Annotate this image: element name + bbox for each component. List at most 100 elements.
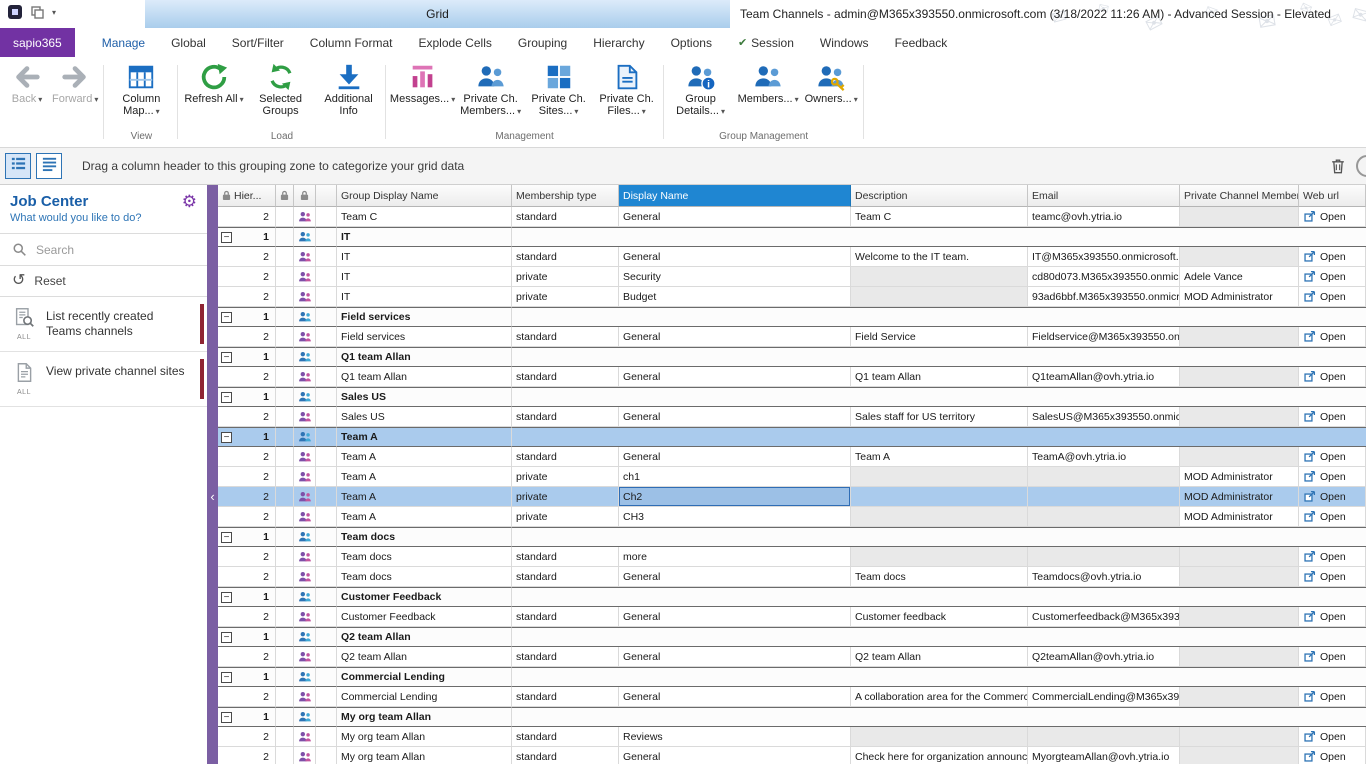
channel-row[interactable]: 2Team Aprivatech1MOD AdministratorOpen bbox=[218, 467, 1366, 487]
group-row[interactable]: −1My org team Allan bbox=[218, 707, 1366, 727]
column-header-icon[interactable] bbox=[294, 185, 316, 207]
channel-row[interactable]: 2Team docsstandardmoreOpen bbox=[218, 547, 1366, 567]
collapse-button[interactable]: − bbox=[221, 672, 232, 683]
group-row[interactable]: −1Team docs bbox=[218, 527, 1366, 547]
channel-row[interactable]: 2My org team AllanstandardGeneralCheck h… bbox=[218, 747, 1366, 764]
owners-button[interactable]: Owners...▾ bbox=[802, 60, 861, 108]
tab-options[interactable]: Options bbox=[658, 28, 725, 57]
web-url-cell[interactable]: Open bbox=[1299, 547, 1366, 567]
list-view-toggle[interactable] bbox=[36, 153, 62, 179]
channel-row[interactable]: 2Customer FeedbackstandardGeneralCustome… bbox=[218, 607, 1366, 627]
web-url-cell[interactable]: Open bbox=[1299, 207, 1366, 227]
collapse-button[interactable]: − bbox=[221, 352, 232, 363]
channel-row[interactable]: 2My org team AllanstandardReviewsOpen bbox=[218, 727, 1366, 747]
tab-manage[interactable]: Manage bbox=[89, 28, 158, 57]
tab-sort-filter[interactable]: Sort/Filter bbox=[219, 28, 297, 57]
web-url-cell[interactable]: Open bbox=[1299, 447, 1366, 467]
additional-info-button[interactable]: Additional Info bbox=[315, 60, 383, 119]
column-map-button[interactable]: Column Map...▾ bbox=[107, 60, 175, 120]
tab-feedback[interactable]: Feedback bbox=[882, 28, 961, 57]
channel-row[interactable]: 2Q1 team AllanstandardGeneralQ1 team All… bbox=[218, 367, 1366, 387]
group-details-button[interactable]: iGroup Details...▾ bbox=[667, 60, 735, 120]
forward-button[interactable]: Forward▾ bbox=[49, 60, 101, 108]
collapse-button[interactable]: − bbox=[221, 312, 232, 323]
web-url-cell[interactable]: Open bbox=[1299, 247, 1366, 267]
web-url-cell[interactable]: Open bbox=[1299, 507, 1366, 527]
collapse-button[interactable]: − bbox=[221, 232, 232, 243]
channel-row[interactable]: 2Team AprivateCh2MOD AdministratorOpen bbox=[218, 487, 1366, 507]
collapse-button[interactable]: − bbox=[221, 712, 232, 723]
tab-column-format[interactable]: Column Format bbox=[297, 28, 406, 57]
private-ch-members-button[interactable]: Private Ch. Members...▾ bbox=[457, 60, 525, 120]
channel-row[interactable]: 2Sales USstandardGeneralSales staff for … bbox=[218, 407, 1366, 427]
web-url-cell[interactable]: Open bbox=[1299, 647, 1366, 667]
channel-row[interactable]: 2ITprivateSecuritycd80d073.M365x393550.o… bbox=[218, 267, 1366, 287]
collapse-button[interactable]: − bbox=[221, 532, 232, 543]
group-row[interactable]: −1Field services bbox=[218, 307, 1366, 327]
clipped-circle-icon[interactable] bbox=[1356, 155, 1366, 177]
column-header-desc[interactable]: Description bbox=[851, 185, 1028, 207]
group-row[interactable]: −1Customer Feedback bbox=[218, 587, 1366, 607]
collapse-button[interactable]: − bbox=[221, 592, 232, 603]
collapse-button[interactable]: − bbox=[221, 432, 232, 443]
job-item-list-recently-created-teams-channels[interactable]: ALLList recently created Teams channels bbox=[0, 297, 207, 352]
channel-row[interactable]: 2Team AstandardGeneralTeam ATeamA@ovh.yt… bbox=[218, 447, 1366, 467]
column-header-name[interactable]: Group Display Name bbox=[337, 185, 512, 207]
column-header-weburl[interactable]: Web url bbox=[1299, 185, 1366, 207]
tab-session[interactable]: ✔Session bbox=[725, 28, 807, 57]
tab-grouping[interactable]: Grouping bbox=[505, 28, 580, 57]
column-header-a[interactable] bbox=[276, 185, 294, 207]
job-item-view-private-channel-sites[interactable]: ALLView private channel sites bbox=[0, 352, 207, 407]
web-url-cell[interactable]: Open bbox=[1299, 467, 1366, 487]
tab-explode-cells[interactable]: Explode Cells bbox=[405, 28, 504, 57]
back-button[interactable]: Back▾ bbox=[5, 60, 49, 108]
column-header-email[interactable]: Email bbox=[1028, 185, 1180, 207]
channel-row[interactable]: 2Team docsstandardGeneralTeam docsTeamdo… bbox=[218, 567, 1366, 587]
column-header-pcm[interactable]: Private Channel Member bbox=[1180, 185, 1299, 207]
web-url-cell[interactable]: Open bbox=[1299, 727, 1366, 747]
web-url-cell[interactable]: Open bbox=[1299, 287, 1366, 307]
collapse-button[interactable]: − bbox=[221, 392, 232, 403]
web-url-cell[interactable]: Open bbox=[1299, 567, 1366, 587]
qat-dropdown-icon[interactable]: ▾ bbox=[52, 8, 56, 17]
channel-row[interactable]: 2Team CstandardGeneralTeam Cteamc@ovh.yt… bbox=[218, 207, 1366, 227]
web-url-cell[interactable]: Open bbox=[1299, 367, 1366, 387]
panel-splitter[interactable]: ‹ bbox=[207, 185, 218, 764]
web-url-cell[interactable]: Open bbox=[1299, 327, 1366, 347]
column-header-b[interactable] bbox=[316, 185, 337, 207]
channel-row[interactable]: 2ITprivateBudget93ad6bbf.M365x393550.onm… bbox=[218, 287, 1366, 307]
search-input[interactable]: Search bbox=[0, 234, 207, 266]
group-row[interactable]: −1Q2 team Allan bbox=[218, 627, 1366, 647]
tab-hierarchy[interactable]: Hierarchy bbox=[580, 28, 657, 57]
web-url-cell[interactable]: Open bbox=[1299, 267, 1366, 287]
group-row[interactable]: −1Q1 team Allan bbox=[218, 347, 1366, 367]
selected-groups-button[interactable]: Selected Groups bbox=[247, 60, 315, 119]
channel-row[interactable]: 2Team AprivateCH3MOD AdministratorOpen bbox=[218, 507, 1366, 527]
trash-icon[interactable] bbox=[1328, 156, 1348, 176]
group-row[interactable]: −1Team A bbox=[218, 427, 1366, 447]
group-row[interactable]: −1IT bbox=[218, 227, 1366, 247]
private-ch-files-button[interactable]: Private Ch. Files...▾ bbox=[593, 60, 661, 120]
web-url-cell[interactable]: Open bbox=[1299, 607, 1366, 627]
tab-global[interactable]: Global bbox=[158, 28, 219, 57]
column-header-display[interactable]: Display Name bbox=[619, 185, 851, 207]
channel-row[interactable]: 2Q2 team AllanstandardGeneralQ2 team All… bbox=[218, 647, 1366, 667]
reset-button[interactable]: ↺ Reset bbox=[0, 266, 207, 297]
tab-sapio365[interactable]: sapio365 bbox=[0, 28, 75, 57]
channel-row[interactable]: 2ITstandardGeneralWelcome to the IT team… bbox=[218, 247, 1366, 267]
column-header-membership[interactable]: Membership type bbox=[512, 185, 619, 207]
channel-row[interactable]: 2Field servicesstandardGeneralField Serv… bbox=[218, 327, 1366, 347]
web-url-cell[interactable]: Open bbox=[1299, 407, 1366, 427]
collapse-button[interactable]: − bbox=[221, 632, 232, 643]
grouped-view-toggle[interactable] bbox=[5, 153, 31, 179]
copy-icon[interactable] bbox=[30, 5, 44, 19]
collapse-sidebar-icon[interactable]: ‹ bbox=[207, 490, 218, 503]
web-url-cell[interactable]: Open bbox=[1299, 687, 1366, 707]
group-row[interactable]: −1Commercial Lending bbox=[218, 667, 1366, 687]
tab-windows[interactable]: Windows bbox=[807, 28, 882, 57]
group-row[interactable]: −1Sales US bbox=[218, 387, 1366, 407]
gear-icon[interactable]: ⚙ bbox=[182, 193, 197, 210]
refresh-all-button[interactable]: Refresh All▾ bbox=[181, 60, 246, 108]
web-url-cell[interactable]: Open bbox=[1299, 487, 1366, 507]
grid-window-tab[interactable]: Grid bbox=[145, 0, 730, 28]
